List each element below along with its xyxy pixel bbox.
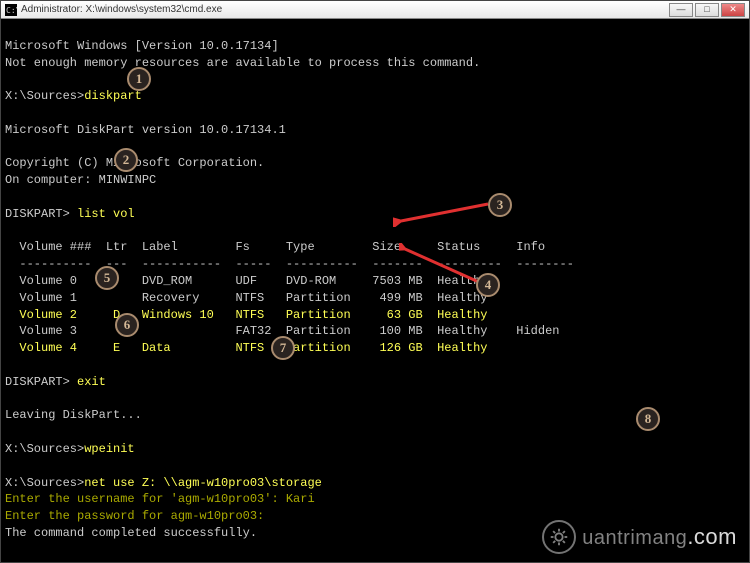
annotation-badge-7: 7 bbox=[271, 336, 295, 360]
annotation-badge-8: 8 bbox=[636, 407, 660, 431]
output-line: Not enough memory resources are availabl… bbox=[5, 56, 480, 70]
watermark-text: uantrimang.com bbox=[582, 522, 737, 553]
output-line: Leaving DiskPart... bbox=[5, 408, 142, 422]
terminal-output[interactable]: Microsoft Windows [Version 10.0.17134] N… bbox=[1, 19, 749, 562]
output-line: The command completed successfully. bbox=[5, 526, 257, 540]
cmd-window: C:\ Administrator: X:\windows\system32\c… bbox=[0, 0, 750, 563]
output-line: Microsoft DiskPart version 10.0.17134.1 bbox=[5, 123, 286, 137]
prompt-line: X:\Sources>wpeinit bbox=[5, 442, 135, 456]
output-line: On computer: MINWINPC bbox=[5, 173, 156, 187]
annotation-badge-4: 4 bbox=[476, 273, 500, 297]
minimize-button[interactable]: — bbox=[669, 3, 693, 17]
maximize-button[interactable]: □ bbox=[695, 3, 719, 17]
prompt-line: DISKPART> exit bbox=[5, 375, 106, 389]
svg-text:C:\: C:\ bbox=[6, 6, 17, 15]
close-button[interactable]: ✕ bbox=[721, 3, 745, 17]
command-text: exit bbox=[77, 375, 106, 389]
output-line: Enter the password for agm-w10pro03: bbox=[5, 509, 264, 523]
annotation-badge-6: 6 bbox=[115, 313, 139, 337]
annotation-badge-5: 5 bbox=[95, 266, 119, 290]
table-row-highlighted: Volume 4 E Data NTFS Partition 126 GB He… bbox=[5, 341, 487, 355]
annotation-badge-1: 1 bbox=[127, 67, 151, 91]
output-line: Enter the username for 'agm-w10pro03': K… bbox=[5, 492, 315, 506]
window-title: Administrator: X:\windows\system32\cmd.e… bbox=[21, 3, 669, 17]
command-text: list vol bbox=[77, 207, 135, 221]
prompt-line: X:\Sources>diskpart bbox=[5, 89, 142, 103]
command-text: diskpart bbox=[84, 89, 142, 103]
command-text: wpeinit bbox=[84, 442, 134, 456]
window-controls: — □ ✕ bbox=[669, 3, 745, 17]
watermark-icon bbox=[542, 520, 576, 554]
watermark: uantrimang.com bbox=[542, 520, 737, 554]
titlebar[interactable]: C:\ Administrator: X:\windows\system32\c… bbox=[1, 1, 749, 19]
command-text: net use Z: \\agm-w10pro03\storage bbox=[84, 476, 322, 490]
table-row-highlighted: Volume 2 D Windows 10 NTFS Partition 63 … bbox=[5, 308, 487, 322]
annotation-arrow bbox=[393, 197, 493, 227]
prompt-line: DISKPART> list vol bbox=[5, 207, 135, 221]
table-row: Volume 1 Recovery NTFS Partition 499 MB … bbox=[5, 291, 487, 305]
cmd-icon: C:\ bbox=[5, 4, 17, 16]
output-line: Microsoft Windows [Version 10.0.17134] bbox=[5, 39, 279, 53]
annotation-badge-3: 3 bbox=[488, 193, 512, 217]
annotation-badge-2: 2 bbox=[114, 148, 138, 172]
prompt-line: X:\Sources>net use Z: \\agm-w10pro03\sto… bbox=[5, 476, 322, 490]
